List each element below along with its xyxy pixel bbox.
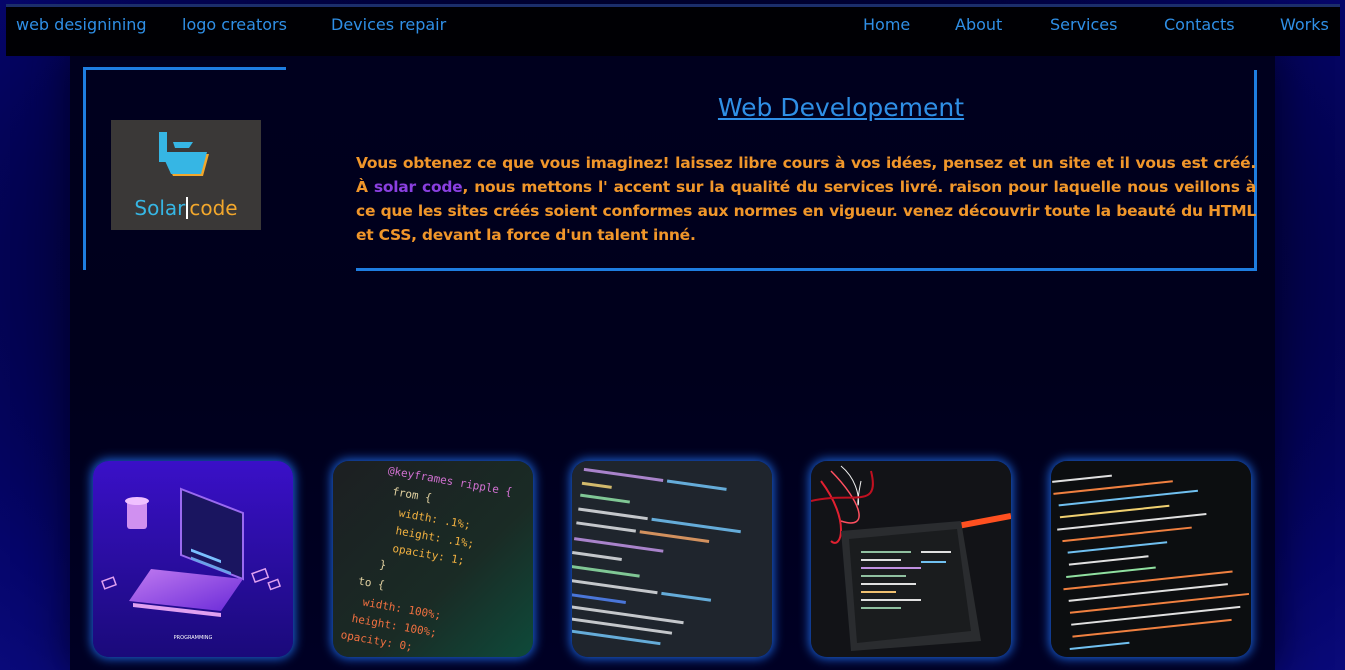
logo-mark-icon [159, 132, 209, 176]
css-code-photo-image: @keyframes ripple { from { width: .1%; h… [333, 461, 533, 657]
nav-link-works[interactable]: Works [1280, 15, 1329, 34]
gallery-card-programming[interactable]: PROGRAMMING [93, 461, 293, 657]
nav-link-devices-repair[interactable]: Devices repair [331, 15, 446, 34]
gallery-card-javascript-code[interactable] [572, 461, 772, 657]
logo-wordmark: Solar code [111, 196, 261, 220]
nav-link-home[interactable]: Home [863, 15, 910, 34]
gallery-card-keyframes-code[interactable]: @keyframes ripple { from { width: .1%; h… [333, 461, 533, 657]
js-code-photo-image [572, 461, 772, 657]
gallery-card-laptop-lights[interactable] [811, 461, 1011, 657]
page: web designining logo creators Devices re… [0, 0, 1345, 670]
hero-frame-left [83, 67, 86, 270]
html-code-photo-image [1051, 461, 1251, 657]
laptop-illustration-image: PROGRAMMING [93, 461, 293, 657]
nav-link-contacts[interactable]: Contacts [1164, 15, 1235, 34]
nav-link-logo-creators[interactable]: logo creators [182, 15, 287, 34]
hero-title-link[interactable]: Web Developement [201, 93, 1345, 122]
logo-word-solar: Solar [134, 196, 186, 220]
hero-description: Vous obtenez ce que vous imaginez! laiss… [356, 151, 1256, 247]
top-navbar: web designining logo creators Devices re… [6, 4, 1340, 56]
hero-text-part2: , nous mettons l' accent sur la qualité … [356, 178, 1256, 244]
hero-brand-name: solar code [373, 178, 463, 196]
hero-frame-bottom [356, 268, 1257, 271]
nav-link-about[interactable]: About [955, 15, 1002, 34]
nav-link-services[interactable]: Services [1050, 15, 1117, 34]
card-caption-programming: PROGRAMMING [174, 635, 213, 641]
hero-frame-top [83, 67, 286, 70]
logo-word-code: code [189, 196, 238, 220]
nav-link-web-designing[interactable]: web designining [16, 15, 147, 34]
gallery-card-html-code[interactable] [1051, 461, 1251, 657]
solar-code-logo: Solar code [111, 120, 261, 230]
laptop-light-trails-photo-image [811, 461, 1011, 657]
